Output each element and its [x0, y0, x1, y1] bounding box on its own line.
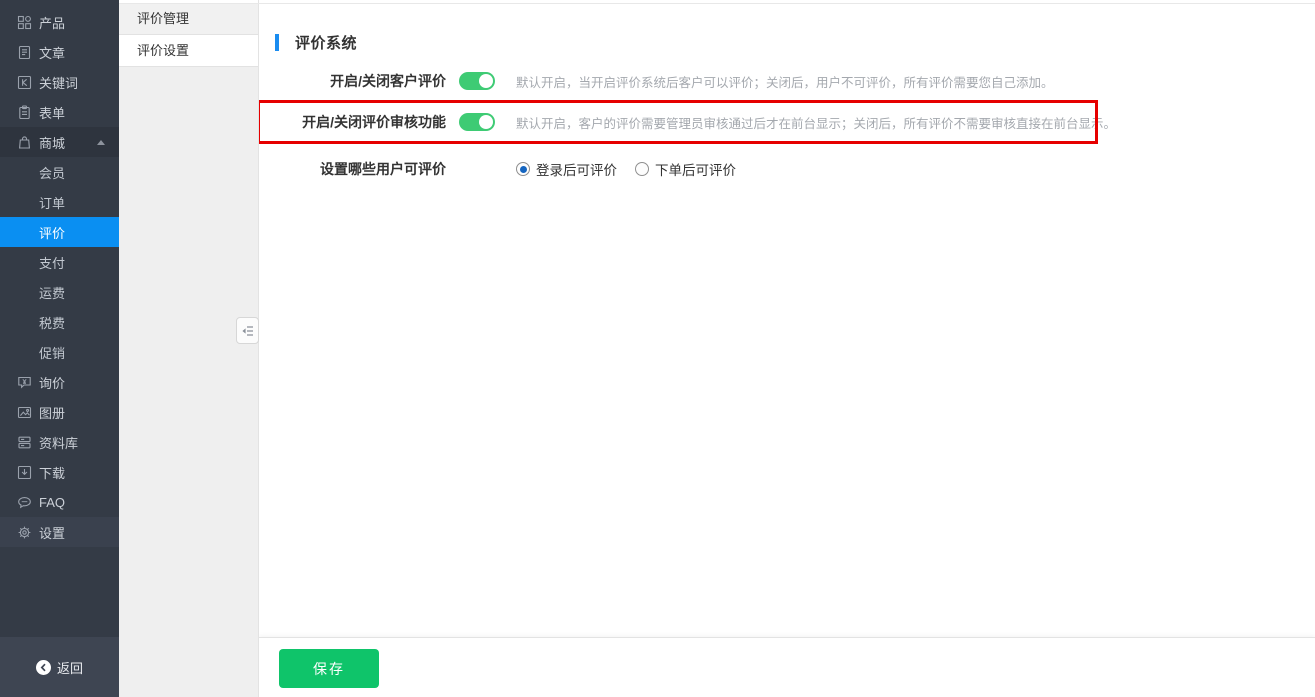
page-title-text: 评价系统 [295, 32, 357, 53]
radio-dot [520, 166, 527, 173]
sidebar-subitem-members[interactable]: 会员 [0, 157, 119, 187]
library-icon [17, 435, 32, 450]
faq-icon [17, 495, 32, 510]
sidebar-item-label: 产品 [39, 13, 65, 32]
sidebar-item-label: 图册 [39, 403, 65, 422]
radio-checked-icon[interactable] [516, 162, 530, 176]
review-audit-toggle[interactable] [459, 113, 495, 131]
sidebar-menu: 产品 文章 关键词 [0, 0, 119, 547]
article-icon [17, 45, 32, 60]
sidebar-item-library[interactable]: 资料库 [0, 427, 119, 457]
sidebar-item-label: 评价 [39, 223, 65, 242]
sidebar-item-forms[interactable]: 表单 [0, 97, 119, 127]
page-title: 评价系统 [275, 33, 357, 51]
sidebar-item-label: 商城 [39, 133, 65, 152]
subnav-item-label: 评价设置 [137, 43, 189, 58]
grid-icon [17, 15, 32, 30]
sidebar-item-label: 表单 [39, 103, 65, 122]
sidebar-subitem-tax[interactable]: 税费 [0, 307, 119, 337]
main-sidebar: 产品 文章 关键词 [0, 0, 119, 697]
subnav-item-label: 评价管理 [137, 11, 189, 26]
setting-row-customer-review: 开启/关闭客户评价 默认开启，当开启评价系统后客户可以评价；关闭后，用户不可评价… [259, 61, 1315, 101]
form-icon [17, 105, 32, 120]
customer-review-toggle[interactable] [459, 72, 495, 90]
sidebar-item-faq[interactable]: FAQ [0, 487, 119, 517]
sidebar-subitem-promotion[interactable]: 促销 [0, 337, 119, 367]
sidebar-item-label: 税费 [39, 313, 65, 332]
sidebar-subitem-shipping[interactable]: 运费 [0, 277, 119, 307]
setting-row-review-audit: 开启/关闭评价审核功能 默认开启，客户的评价需要管理员审核通过后才在前台显示；关… [259, 101, 1315, 143]
sidebar-item-downloads[interactable]: 下载 [0, 457, 119, 487]
gear-icon [17, 525, 32, 540]
sidebar-subitem-orders[interactable]: 订单 [0, 187, 119, 217]
toggle-knob [479, 74, 493, 88]
album-icon [17, 405, 32, 420]
sidebar-item-settings[interactable]: 设置 [0, 517, 119, 547]
setting-description: 默认开启，当开启评价系统后客户可以评价；关闭后，用户不可评价，所有评价需要您自己… [516, 72, 1054, 91]
radio-option-after-order[interactable]: 下单后可评价 [635, 159, 736, 179]
setting-row-who-can-review: 设置哪些用户可评价 登录后可评价 下单后可评价 [259, 149, 1315, 189]
mall-icon [17, 135, 32, 150]
setting-description: 默认开启，客户的评价需要管理员审核通过后才在前台显示；关闭后，所有评价不需要审核… [516, 113, 1116, 132]
sidebar-item-label: 支付 [39, 253, 65, 272]
sidebar-item-label: 资料库 [39, 433, 78, 452]
sidebar-item-label: 下载 [39, 463, 65, 482]
review-permission-radio-group: 登录后可评价 下单后可评价 [516, 159, 736, 179]
sidebar-item-inquiry[interactable]: 询价 [0, 367, 119, 397]
back-label: 返回 [57, 658, 83, 677]
radio-unchecked-icon[interactable] [635, 162, 649, 176]
subnav-item-review-settings[interactable]: 评价设置 [119, 35, 258, 67]
sidebar-subitem-reviews[interactable]: 评价 [0, 217, 119, 247]
sidebar-item-label: 文章 [39, 43, 65, 62]
radio-label: 下单后可评价 [655, 159, 736, 179]
sidebar-item-label: 关键词 [39, 73, 78, 92]
inquiry-icon [17, 375, 32, 390]
sidebar-item-label: FAQ [39, 495, 65, 510]
save-button[interactable]: 保存 [279, 649, 379, 688]
sidebar-item-label: 订单 [39, 193, 65, 212]
sidebar-item-label: 设置 [39, 523, 65, 542]
radio-label: 登录后可评价 [536, 159, 617, 179]
sidebar-subitem-payment[interactable]: 支付 [0, 247, 119, 277]
subnav-item-review-management[interactable]: 评价管理 [119, 3, 258, 35]
sidebar-item-products[interactable]: 产品 [0, 7, 119, 37]
sidebar-item-label: 促销 [39, 343, 65, 362]
action-footer: 保存 [259, 637, 1315, 697]
keyword-icon [17, 75, 32, 90]
sidebar-item-albums[interactable]: 图册 [0, 397, 119, 427]
toggle-knob [479, 115, 493, 129]
radio-option-after-login[interactable]: 登录后可评价 [516, 159, 617, 179]
secondary-sidebar: 评价管理 评价设置 [119, 0, 259, 697]
sidebar-item-articles[interactable]: 文章 [0, 37, 119, 67]
content-top-divider [119, 3, 1315, 4]
sidebar-item-keywords[interactable]: 关键词 [0, 67, 119, 97]
sidebar-collapse-button[interactable] [236, 317, 259, 344]
setting-label: 开启/关闭评价审核功能 [259, 112, 446, 132]
title-accent-bar [275, 34, 279, 51]
setting-label: 设置哪些用户可评价 [259, 159, 446, 179]
back-button[interactable]: 返回 [0, 637, 119, 697]
sidebar-item-label: 询价 [39, 373, 65, 392]
main-content: 评价系统 开启/关闭客户评价 默认开启，当开启评价系统后客户可以评价；关闭后，用… [259, 0, 1315, 697]
setting-label: 开启/关闭客户评价 [259, 71, 446, 91]
chevron-up-icon [97, 140, 105, 145]
sidebar-item-label: 会员 [39, 163, 65, 182]
download-icon [17, 465, 32, 480]
outdent-icon [241, 325, 254, 337]
sidebar-item-mall[interactable]: 商城 [0, 127, 119, 157]
sidebar-item-label: 运费 [39, 283, 65, 302]
back-arrow-icon [36, 660, 51, 675]
